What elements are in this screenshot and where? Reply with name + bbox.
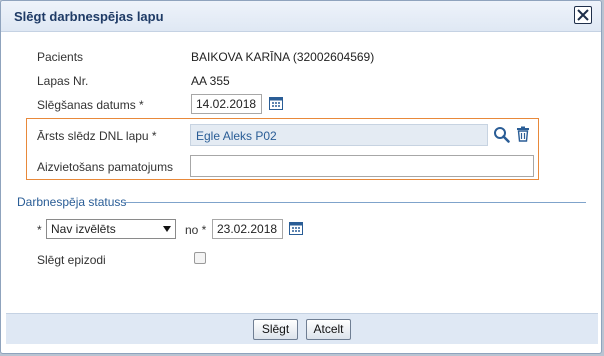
section-divider [121, 202, 586, 203]
closing-date-input[interactable] [191, 94, 262, 114]
close-sick-leave-dialog: Slēgt darbnespējas lapu Pacients BAIKOVA… [0, 0, 602, 354]
from-date-label: no * [185, 223, 207, 237]
status-required-mark: * [37, 223, 42, 237]
dialog-title: Slēgt darbnespējas lapu [14, 9, 164, 24]
cancel-button[interactable]: Atcelt [306, 319, 351, 340]
status-select[interactable]: Nav izvēlēts [46, 219, 176, 239]
sheet-number-value: AA 355 [191, 74, 230, 88]
close-button[interactable] [574, 6, 592, 24]
dialog-footer [6, 313, 598, 344]
calendar-icon[interactable] [289, 221, 303, 235]
substitution-reason-label: Aizvietošans pamatojums [37, 160, 174, 174]
from-date-input[interactable] [212, 219, 283, 239]
patient-value: BAIKOVA KARĪNA (32002604569) [191, 50, 375, 64]
status-section-title: Darbnespēja statuss [17, 195, 127, 209]
substitution-reason-input[interactable] [190, 155, 534, 177]
doctor-field[interactable]: Egle Aleks P02 [190, 124, 488, 146]
close-sheet-button[interactable]: Slēgt [253, 319, 298, 340]
search-icon[interactable] [493, 126, 510, 143]
close-icon [577, 9, 589, 21]
trash-icon[interactable] [516, 126, 530, 142]
doctor-label: Ārsts slēdz DNL lapu * [37, 129, 157, 143]
status-select-value: Nav izvēlēts [51, 222, 116, 236]
calendar-icon[interactable] [269, 96, 283, 110]
dialog-titlebar: Slēgt darbnespējas lapu [1, 1, 601, 32]
closing-date-label: Slēgšanas datums * [37, 98, 144, 112]
sheet-number-label: Lapas Nr. [37, 74, 89, 88]
close-episodes-label: Slēgt epizodi [37, 253, 106, 267]
patient-label: Pacients [37, 50, 84, 64]
chevron-down-icon [163, 226, 171, 232]
close-episodes-checkbox[interactable] [194, 252, 206, 264]
